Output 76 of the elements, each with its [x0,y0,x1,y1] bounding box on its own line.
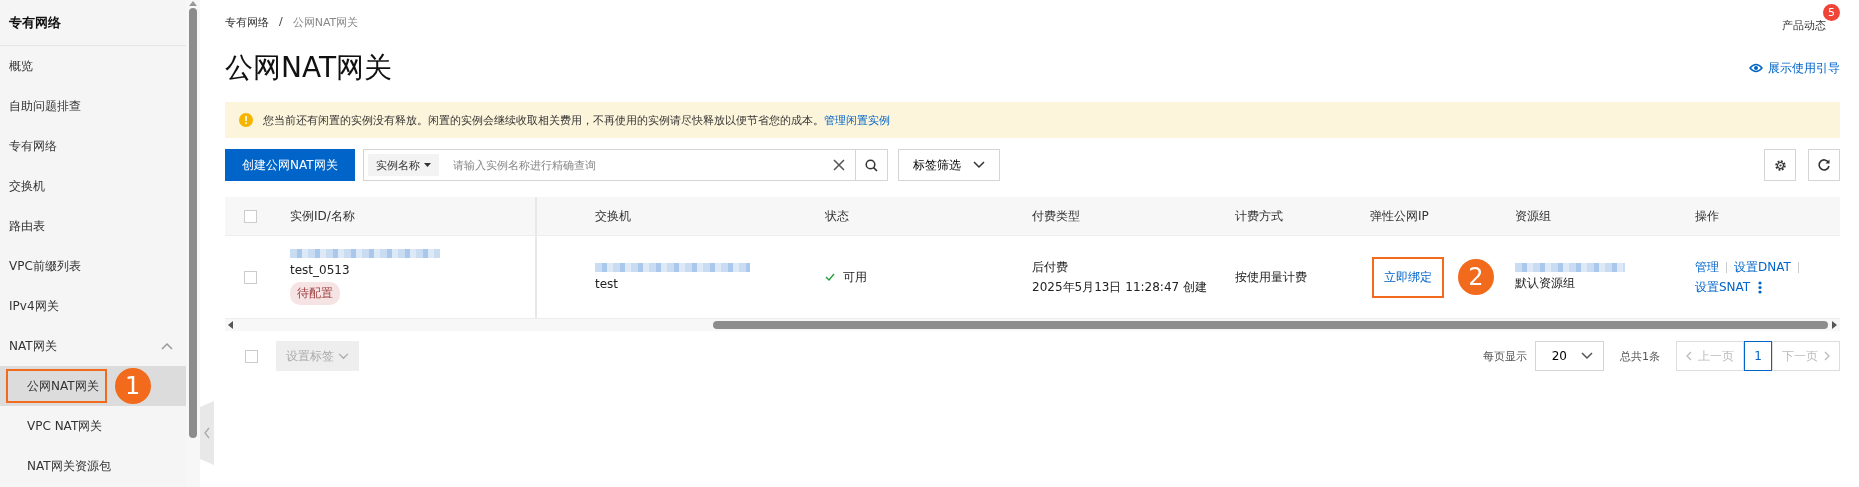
page-size-select[interactable]: 20 [1534,341,1604,371]
status-text: 可用 [843,268,867,286]
billing-method: 按使用量计费 [1235,268,1308,286]
eye-icon [1749,63,1763,73]
chevron-left-icon [1686,351,1692,361]
column-header: 付费类型 [1031,207,1081,225]
collapse-handle[interactable] [200,401,214,465]
payment-type: 后付费 [1032,258,1069,276]
refresh-button[interactable] [1808,149,1840,181]
column-header: 操作 [1694,207,1720,225]
warning-icon [239,113,253,127]
sidebar-item[interactable]: 公网NAT网关 [6,369,107,403]
step-number: 2 [1458,259,1494,295]
page-size-label: 每页显示 [1482,348,1527,364]
column-header: 交换机 [594,207,632,225]
chevron-right-icon [1824,351,1830,361]
sidebar-item[interactable]: IPv4网关 [0,286,186,326]
notification-badge: 5 [1823,3,1840,21]
chevron-icon [161,342,173,350]
breadcrumb-item[interactable]: 专有网络 [225,14,269,30]
status-tag: 待配置 [290,282,340,305]
sidebar-item[interactable]: 路由表 [0,206,186,246]
sidebar-item[interactable]: 交换机 [0,166,186,206]
action-link[interactable]: 管理 [1695,258,1719,276]
column-header: 弹性公网IP [1369,207,1430,225]
sidebar-item[interactable]: VPC NAT网关 [6,409,111,443]
checkbox[interactable] [243,209,257,223]
sidebar-item[interactable]: 概览 [0,46,186,86]
scroll-right-icon[interactable] [1832,321,1837,329]
check-icon [825,273,835,281]
sidebar-item[interactable]: NAT网关资源包 [6,449,119,483]
checkbox[interactable] [245,349,258,363]
breadcrumb-item: 公网NAT网关 [292,14,359,30]
guide-link[interactable]: 展示使用引导 [1768,59,1840,77]
create-button[interactable]: 创建公网NAT网关 [225,149,355,181]
search-icon [864,158,878,172]
product-news-link[interactable]: 产品动态 [1782,18,1826,32]
clear-icon[interactable] [832,159,845,171]
gear-icon [1773,158,1787,172]
column-header: 计费方式 [1234,207,1284,225]
column-header: 资源组 [1514,207,1552,225]
page-button[interactable]: 1 [1744,341,1772,371]
manage-idle-link[interactable]: 管理闲置实例 [824,113,890,127]
page-title: 公网NAT网关 [225,50,393,86]
breadcrumb-separator: / [279,14,283,30]
sidebar-item[interactable]: VPC前缀列表 [0,246,186,286]
sidebar-item[interactable]: 专有网络 [0,126,186,166]
action-link[interactable]: 设置SNAT [1695,278,1751,296]
sidebar-item[interactable]: 自助问题排查 [0,86,186,126]
more-icon[interactable] [1758,280,1763,294]
settings-button[interactable] [1764,149,1796,181]
step-number: 1 [114,368,151,404]
caret-icon [423,163,431,167]
tag-filter-button[interactable]: 标签筛选 [897,149,1000,181]
created-time: 2025年5月13日 11:28:47 创建 [1032,278,1208,296]
refresh-icon [1817,158,1831,172]
chevron-icon [1581,352,1593,360]
scrollbar-thumb[interactable] [189,8,197,438]
scroll-up-icon[interactable] [189,0,197,6]
alert-message: 您当前还有闲置的实例没有释放。闲置的实例会继续收取相关费用，不再使用的实例请尽快释放以便节省您的成本。管理闲置实例 [263,112,890,128]
column-header: 状态 [824,207,850,225]
chevron-icon [972,161,985,169]
chevron-icon [338,352,349,360]
sidebar-item[interactable]: NAT网关 [0,326,186,366]
total-count: 总共1条 [1620,348,1660,364]
checkbox[interactable] [243,270,257,284]
scroll-left-icon[interactable] [228,321,233,329]
bind-link[interactable]: 立即绑定 [1372,256,1444,298]
instance-name: test_0513 [290,263,350,277]
action-link[interactable]: 设置DNAT [1734,258,1791,276]
search-field[interactable]: 实例名称 请输入实例名称进行精确查询 [362,149,888,181]
switch-name: test [595,277,620,291]
search-type-dropdown[interactable]: 实例名称 [367,154,439,176]
scrollbar-thumb[interactable] [713,321,1828,329]
resource-group: 默认资源组 [1515,274,1680,292]
column-header: 实例ID/名称 [275,197,537,235]
